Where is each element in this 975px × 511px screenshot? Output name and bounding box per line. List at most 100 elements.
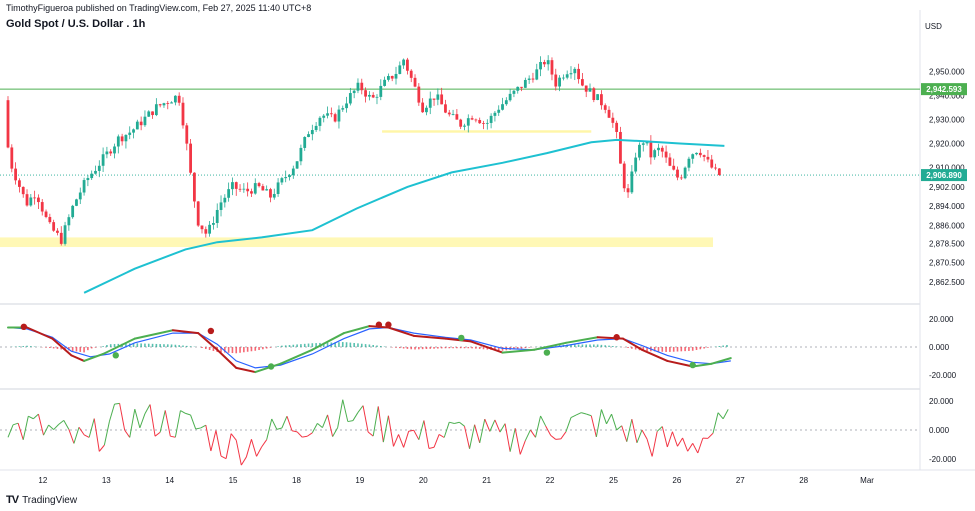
- candle[interactable]: [143, 110, 147, 127]
- candle[interactable]: [497, 105, 501, 116]
- candle[interactable]: [588, 83, 592, 92]
- candle[interactable]: [455, 109, 459, 120]
- candle[interactable]: [101, 147, 105, 173]
- candle[interactable]: [402, 58, 406, 69]
- candle[interactable]: [212, 216, 215, 230]
- candle[interactable]: [406, 57, 409, 75]
- candle[interactable]: [250, 188, 253, 197]
- candle[interactable]: [508, 88, 512, 102]
- candle[interactable]: [398, 61, 402, 75]
- candle[interactable]: [33, 190, 37, 205]
- candle[interactable]: [208, 221, 212, 237]
- candle[interactable]: [364, 87, 367, 103]
- candle[interactable]: [478, 117, 482, 124]
- candle[interactable]: [257, 181, 261, 188]
- candle[interactable]: [676, 166, 679, 181]
- candle[interactable]: [189, 139, 192, 175]
- candle[interactable]: [691, 153, 695, 164]
- candle[interactable]: [227, 182, 231, 202]
- candle[interactable]: [504, 97, 508, 106]
- candle[interactable]: [615, 120, 619, 139]
- candle[interactable]: [215, 203, 219, 228]
- candle[interactable]: [581, 73, 584, 87]
- candle[interactable]: [71, 204, 75, 219]
- candle[interactable]: [626, 184, 630, 198]
- moving-average-line[interactable]: [83, 138, 725, 294]
- candle[interactable]: [322, 114, 326, 123]
- candle[interactable]: [6, 96, 10, 149]
- candle[interactable]: [527, 75, 531, 84]
- candle[interactable]: [238, 184, 242, 193]
- candle[interactable]: [531, 72, 535, 83]
- candle[interactable]: [375, 94, 379, 105]
- candle[interactable]: [18, 178, 21, 193]
- candle[interactable]: [592, 86, 596, 103]
- candle[interactable]: [603, 103, 607, 114]
- candle[interactable]: [664, 145, 668, 163]
- candle[interactable]: [52, 219, 56, 232]
- candle[interactable]: [116, 134, 120, 154]
- candle[interactable]: [269, 187, 272, 203]
- candle[interactable]: [577, 63, 580, 84]
- candle[interactable]: [561, 74, 565, 81]
- candle[interactable]: [40, 199, 44, 216]
- candle[interactable]: [97, 160, 101, 178]
- oscillator-pane[interactable]: [0, 399, 920, 466]
- candle[interactable]: [379, 79, 383, 101]
- candle[interactable]: [695, 152, 698, 156]
- candle[interactable]: [291, 165, 295, 179]
- candle[interactable]: [535, 63, 539, 81]
- chart-area[interactable]: 2,950.0002,940.0002,930.0002,920.0002,91…: [0, 0, 975, 511]
- price-axis[interactable]: 2,950.0002,940.0002,930.0002,920.0002,91…: [921, 67, 967, 464]
- candle[interactable]: [611, 112, 615, 128]
- candle[interactable]: [660, 145, 664, 158]
- candle[interactable]: [516, 86, 520, 94]
- candle[interactable]: [318, 116, 322, 132]
- tradingview-brand[interactable]: TV TradingView: [6, 494, 77, 506]
- candle[interactable]: [470, 115, 474, 121]
- candle[interactable]: [413, 74, 417, 88]
- candle[interactable]: [14, 162, 18, 185]
- candle[interactable]: [710, 154, 714, 169]
- candle[interactable]: [67, 214, 71, 231]
- candle[interactable]: [147, 110, 151, 117]
- candle[interactable]: [653, 148, 657, 160]
- candle[interactable]: [463, 123, 466, 131]
- candle[interactable]: [425, 105, 428, 116]
- candle[interactable]: [37, 194, 40, 209]
- candle[interactable]: [192, 172, 196, 208]
- candle[interactable]: [459, 118, 463, 130]
- candle[interactable]: [314, 122, 318, 133]
- candle[interactable]: [683, 166, 687, 180]
- candle[interactable]: [200, 225, 204, 234]
- candle[interactable]: [204, 226, 208, 238]
- candle[interactable]: [371, 92, 375, 99]
- candle[interactable]: [196, 200, 200, 227]
- candle[interactable]: [348, 87, 352, 106]
- candle[interactable]: [75, 198, 78, 207]
- candle[interactable]: [466, 114, 470, 133]
- candle[interactable]: [280, 176, 284, 185]
- candle[interactable]: [482, 120, 485, 130]
- minor-zone[interactable]: [382, 130, 592, 133]
- candle[interactable]: [170, 101, 173, 104]
- time-axis[interactable]: 12 13 14 15 18 19 20 21 22 25 26 27 28 Mar: [38, 476, 874, 485]
- candle[interactable]: [154, 98, 158, 117]
- candle[interactable]: [550, 57, 554, 81]
- macd-pane[interactable]: [0, 321, 920, 374]
- candle[interactable]: [356, 78, 360, 94]
- candle[interactable]: [234, 181, 238, 196]
- candle[interactable]: [657, 143, 660, 157]
- candle[interactable]: [151, 111, 154, 119]
- candle[interactable]: [109, 149, 113, 156]
- candle[interactable]: [284, 170, 288, 183]
- candle[interactable]: [128, 126, 132, 140]
- candle[interactable]: [185, 122, 189, 151]
- candle[interactable]: [341, 105, 345, 112]
- candle[interactable]: [86, 174, 90, 187]
- candle[interactable]: [542, 59, 546, 68]
- candle[interactable]: [394, 66, 398, 85]
- candle[interactable]: [432, 98, 436, 106]
- candle[interactable]: [177, 92, 181, 106]
- candle[interactable]: [493, 110, 497, 122]
